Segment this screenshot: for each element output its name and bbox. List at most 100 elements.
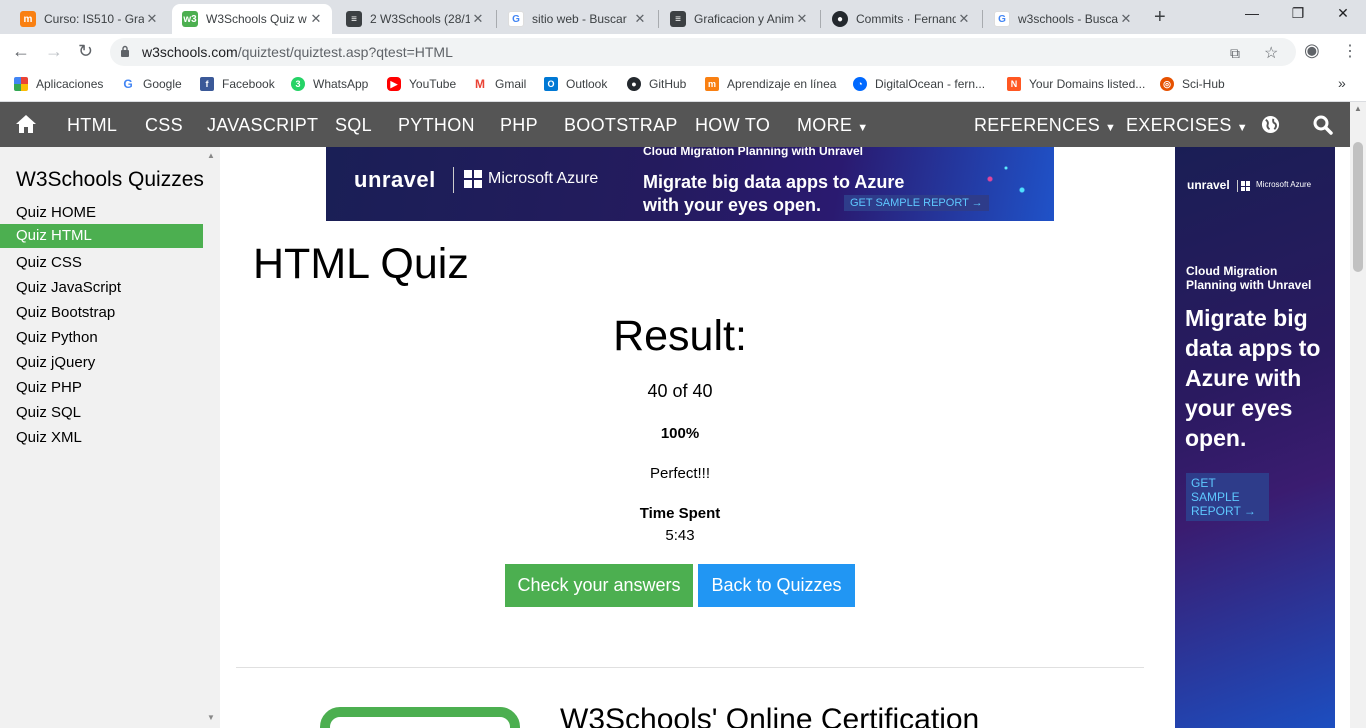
close-icon[interactable]: ✕	[470, 11, 486, 27]
bookmarks-overflow-button[interactable]: »	[1338, 75, 1346, 91]
tab-title: w3schools - Busca	[1018, 12, 1118, 26]
side-banner-ad[interactable]: unravel Microsoft Azure Cloud Migration …	[1175, 147, 1335, 728]
menu-kebab-icon[interactable]: ⋮	[1342, 41, 1358, 61]
address-bar[interactable]: w3schools.com/quiztest/quiztest.asp?qtes…	[110, 38, 1296, 66]
nav-how-to[interactable]: HOW TO	[695, 115, 770, 136]
browser-tab[interactable]: G w3schools - Busca ✕	[984, 4, 1142, 34]
bookmark-item[interactable]: Aplicaciones	[14, 77, 103, 91]
bookmark-label: Gmail	[495, 77, 527, 91]
minimize-button[interactable]: —	[1229, 5, 1275, 21]
back-to-quizzes-button[interactable]: Back to Quizzes	[698, 564, 855, 607]
back-button[interactable]: ←	[12, 41, 30, 62]
nav-references-label: REFERENCES	[974, 115, 1101, 135]
nav-css[interactable]: CSS	[145, 115, 183, 136]
bookmark-label: Outlook	[566, 77, 608, 91]
scrollbar-thumb[interactable]	[1353, 142, 1363, 272]
browser-tab[interactable]: m Curso: IS510 - Graf ✕	[10, 4, 168, 34]
bookmark-item[interactable]: m Aprendizaje en línea	[705, 77, 836, 91]
restore-button[interactable]: ❐	[1275, 5, 1321, 22]
bookmark-item[interactable]: ▶ YouTube	[387, 77, 456, 91]
google-icon: G	[994, 11, 1010, 27]
top-banner-ad[interactable]: unravel Microsoft Azure Cloud Migration …	[326, 147, 1054, 221]
close-icon[interactable]: ✕	[144, 11, 160, 27]
close-icon[interactable]: ✕	[632, 11, 648, 27]
nav-references[interactable]: REFERENCES ▼	[974, 115, 1116, 136]
nav-more[interactable]: MORE ▼	[797, 115, 868, 136]
sidebar-item-quiz-home[interactable]: Quiz HOME	[0, 201, 203, 225]
divider	[236, 667, 1144, 668]
bookmark-label: Aprendizaje en línea	[727, 77, 837, 91]
sidebar-item-quiz-bootstrap[interactable]: Quiz Bootstrap	[0, 301, 203, 325]
search-icon[interactable]	[1313, 115, 1333, 135]
sidebar-item-quiz-python[interactable]: Quiz Python	[0, 326, 203, 350]
sidebar-item-quiz-jquery[interactable]: Quiz jQuery	[0, 351, 203, 375]
new-tab-button[interactable]: +	[1154, 6, 1166, 29]
sidebar-item-quiz-html[interactable]: Quiz HTML	[0, 224, 203, 248]
bookmark-label: GitHub	[649, 77, 687, 91]
bookmark-item[interactable]: ● GitHub	[627, 77, 686, 91]
result-message: Perfect!!!	[649, 465, 711, 482]
bookmark-item[interactable]: M Gmail	[473, 77, 526, 91]
browser-tab[interactable]: ≡ 2 W3Schools (28/1 ✕	[336, 4, 494, 34]
bookmark-item[interactable]: 3 WhatsApp	[291, 77, 368, 91]
globe-icon[interactable]	[1261, 115, 1280, 134]
close-window-button[interactable]: ✕	[1320, 5, 1366, 22]
nav-exercises[interactable]: EXERCISES ▼	[1126, 115, 1248, 136]
close-icon[interactable]: ✕	[308, 11, 324, 27]
scroll-up-arrow-icon[interactable]: ▲	[207, 151, 215, 160]
nav-python[interactable]: PYTHON	[398, 115, 475, 136]
time-spent-value: 5:43	[665, 527, 695, 544]
close-icon[interactable]: ✕	[794, 11, 810, 27]
browser-tab[interactable]: ≡ Graficacion y Anim ✕	[660, 4, 818, 34]
bookmark-label: Aplicaciones	[36, 77, 104, 91]
nav-html[interactable]: HTML	[67, 115, 117, 136]
bookmark-item[interactable]: ◔ DigitalOcean - fern...	[853, 77, 985, 91]
browser-toolbar: ← → ↻ w3schools.com/quiztest/quiztest.as…	[0, 34, 1366, 70]
nav-php[interactable]: PHP	[500, 115, 538, 136]
browser-tab-active[interactable]: w3 W3Schools Quiz w ✕	[172, 4, 332, 34]
bookmark-item[interactable]: ◎ Sci-Hub	[1160, 77, 1225, 91]
scroll-down-arrow-icon[interactable]: ▼	[207, 713, 215, 722]
nav-bootstrap[interactable]: BOOTSTRAP	[564, 115, 678, 136]
sidebar-item-quiz-sql[interactable]: Quiz SQL	[0, 401, 203, 425]
browser-tab[interactable]: G sitio web - Buscar ✕	[498, 4, 656, 34]
reload-button[interactable]: ↻	[78, 41, 93, 62]
caret-down-icon: ▼	[857, 122, 869, 134]
certification-logo	[320, 707, 520, 728]
tab-title: Graficacion y Anim	[694, 12, 794, 26]
browser-tab[interactable]: ● Commits · Fernand ✕	[822, 4, 980, 34]
bookmark-label: Sci-Hub	[1182, 77, 1225, 91]
sidebar-item-quiz-php[interactable]: Quiz PHP	[0, 376, 203, 400]
profile-avatar[interactable]: ◉	[1304, 40, 1320, 61]
tab-separator	[658, 10, 659, 28]
close-icon[interactable]: ✕	[1118, 11, 1134, 27]
ad-cta-button[interactable]: GET SAMPLE REPORT →	[1186, 473, 1269, 521]
nav-sql[interactable]: SQL	[335, 115, 372, 136]
nav-javascript[interactable]: JAVASCRIPT	[207, 115, 318, 136]
sidebar-item-quiz-javascript[interactable]: Quiz JavaScript	[0, 276, 203, 300]
home-icon[interactable]	[15, 114, 37, 134]
sidebar-item-quiz-xml[interactable]: Quiz XML	[0, 426, 203, 450]
bookmark-star-icon[interactable]: ☆	[1264, 43, 1278, 63]
bookmark-item[interactable]: G Google	[121, 77, 181, 91]
ad-small-text: Cloud Migration Planning with Unravel	[643, 147, 864, 158]
certification-heading: W3Schools' Online Certification	[560, 703, 980, 728]
tab-separator	[982, 10, 983, 28]
bookmark-item[interactable]: N Your Domains listed...	[1007, 77, 1145, 91]
bookmark-item[interactable]: O Outlook	[544, 77, 607, 91]
bookmarks-bar: Aplicaciones G Google f Facebook 3 Whats…	[0, 70, 1366, 102]
tab-separator	[820, 10, 821, 28]
ad-small-text: Cloud Migration Planning with Unravel	[1186, 264, 1312, 292]
sidebar-item-quiz-css[interactable]: Quiz CSS	[0, 251, 203, 275]
bookmark-label: YouTube	[409, 77, 457, 91]
check-answers-button[interactable]: Check your answers	[505, 564, 693, 607]
google-icon: G	[123, 77, 133, 91]
close-icon[interactable]: ✕	[956, 11, 972, 27]
gmail-icon: M	[475, 77, 485, 91]
bookmark-item[interactable]: f Facebook	[200, 77, 275, 91]
scroll-up-arrow-icon[interactable]: ▲	[1354, 104, 1362, 113]
namecheap-icon: N	[1007, 77, 1021, 91]
page-scrollbar[interactable]: ▲	[1350, 102, 1366, 728]
forward-button[interactable]: →	[45, 41, 63, 62]
translate-icon[interactable]: ⧉	[1230, 45, 1240, 62]
